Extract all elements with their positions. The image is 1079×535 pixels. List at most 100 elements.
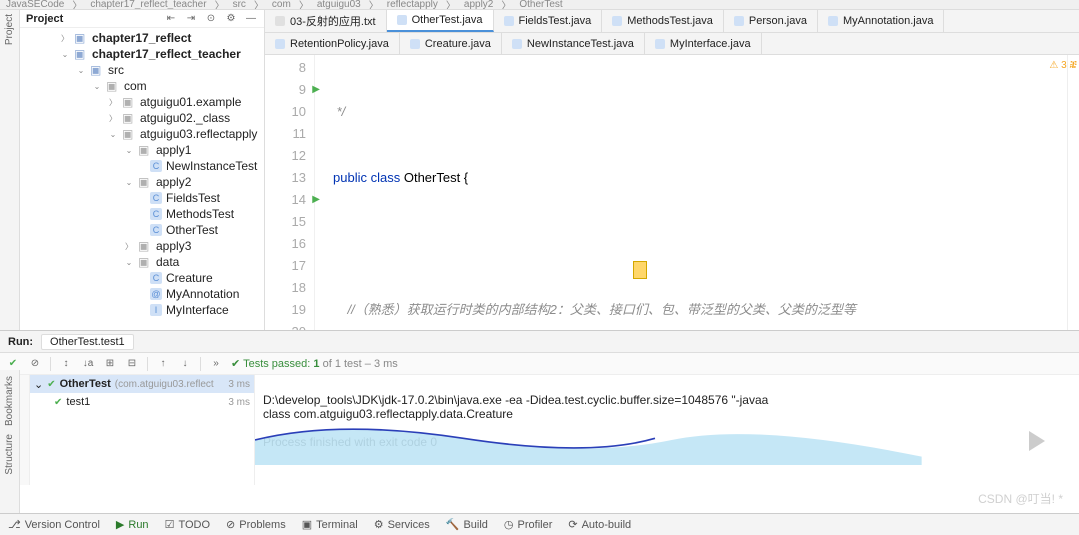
problems-tab[interactable]: ⊘ Problems [226,518,286,531]
settings-icon[interactable]: ⚙ [224,12,238,26]
file-icon [828,16,838,26]
editor-tab[interactable]: Person.java [724,10,818,32]
folder-icon: ▣ [74,31,88,45]
file-icon [512,39,522,49]
tree-node[interactable]: Creature [166,271,213,285]
run-config-tab[interactable]: OtherTest.test1 [41,334,134,350]
editor-tab[interactable]: 03-反射的应用.txt [265,10,387,32]
package-icon: ▣ [122,127,136,141]
test-tree[interactable]: ⌄✔OtherTest (com.atguigu03.reflect3 ms ✔… [30,375,255,485]
tests-passed-label: ✔ Tests passed: 1 of 1 test – 3 ms [231,357,398,370]
decorative-wave-icon [255,415,922,465]
editor-tab[interactable]: MyAnnotation.java [818,10,945,32]
tree-node[interactable]: src [108,63,124,77]
terminal-tab[interactable]: ▣ Terminal [302,518,358,531]
structure-tool-tab[interactable]: Structure [4,434,15,475]
folder-icon: ▣ [74,47,88,61]
file-icon [410,39,420,49]
sort-alpha-icon[interactable]: ↓a [81,357,95,371]
breadcrumb-item[interactable]: OtherTest [519,0,562,10]
package-icon: ▣ [106,79,120,93]
breadcrumb-bar: JavaSECode〉 chapter17_reflect_teacher〉 s… [0,0,1079,10]
breadcrumb-item[interactable]: com [272,0,291,10]
project-tree[interactable]: 〉▣chapter17_reflect ⌄▣chapter17_reflect_… [20,28,264,320]
todo-tab[interactable]: ☑ TODO [165,518,210,531]
code-text-area[interactable]: */ public class OtherTest { //（熟悉）获取运行时类… [315,55,1067,330]
tree-node[interactable]: atguigu02._class [140,111,230,125]
project-panel: Project ⇤ ⇥ ⊙ ⚙ — 〉▣chapter17_reflect ⌄▣… [20,10,265,330]
editor-tabs-row2: RetentionPolicy.java Creature.java NewIn… [265,33,1079,55]
tree-node[interactable]: MyInterface [166,303,229,317]
class-icon: C [150,272,162,284]
editor-tab[interactable]: RetentionPolicy.java [265,33,400,54]
tree-node[interactable]: MyAnnotation [166,287,239,301]
breadcrumb-item[interactable]: JavaSECode [6,0,64,10]
build-tab[interactable]: 🔨 Build [446,518,488,531]
tree-node[interactable]: NewInstanceTest [166,159,257,173]
hide-icon[interactable]: — [244,12,258,26]
tree-node[interactable]: atguigu01.example [140,95,241,109]
package-icon: ▣ [138,239,152,253]
profiler-tab[interactable]: ◷ Profiler [504,518,552,531]
autobuild-tab[interactable]: ⟳ Auto-build [568,518,631,531]
file-icon [612,16,622,26]
text-cursor-icon [633,261,647,279]
bookmarks-tool-tab[interactable]: Bookmarks [4,376,15,426]
console-output[interactable]: D:\develop_tools\JDK\jdk-17.0.2\bin\java… [255,375,1079,485]
watermark-text: CSDN @叮当! * [978,490,1063,507]
tree-node[interactable]: chapter17_reflect [92,31,191,45]
breadcrumb-item[interactable]: src [233,0,246,10]
tree-node[interactable]: apply3 [156,239,191,253]
tree-node[interactable]: MethodsTest [166,207,234,221]
folder-icon: ▣ [90,63,104,77]
editor-tab[interactable]: MethodsTest.java [602,10,724,32]
file-icon [504,16,514,26]
editor-tab[interactable]: NewInstanceTest.java [502,33,645,54]
services-tab[interactable]: ⚙ Services [374,518,430,531]
editor-tab-active[interactable]: OtherTest.java [387,10,494,32]
run-tab[interactable]: ▶ Run [116,518,149,531]
file-icon [734,16,744,26]
editor-tab[interactable]: MyInterface.java [645,33,762,54]
tree-node[interactable]: FieldsTest [166,191,220,205]
tree-node[interactable]: atguigu03.reflectapply [140,127,257,141]
class-icon: C [150,224,162,236]
collapse-icon[interactable]: ⇤ [164,12,178,26]
check-icon[interactable]: ✔ [6,357,20,371]
tree-node[interactable]: apply2 [156,175,191,189]
breadcrumb-item[interactable]: atguigu03 [317,0,361,10]
warning-indicator[interactable]: ⚠ 3 ⶬ [1049,59,1077,72]
export-icon[interactable]: » [209,357,223,371]
project-tool-tab[interactable]: Project [4,14,15,45]
expand-icon[interactable]: ⇥ [184,12,198,26]
breadcrumb-item[interactable]: reflectapply [387,0,438,10]
tree-node[interactable]: OtherTest [166,223,218,237]
package-icon: ▣ [122,111,136,125]
sort-icon[interactable]: ↕ [59,357,73,371]
tree-node[interactable]: chapter17_reflect_teacher [92,47,241,61]
breadcrumb-item[interactable]: chapter17_reflect_teacher [90,0,206,10]
editor-tab[interactable]: FieldsTest.java [494,10,603,32]
test-tree-item[interactable]: ✔test13 ms [30,393,254,411]
stop-icon[interactable]: ⊘ [28,357,42,371]
file-icon [397,15,407,25]
select-opened-icon[interactable]: ⊙ [204,12,218,26]
bottom-toolbar: ⎇ Version Control ▶ Run ☑ TODO ⊘ Problem… [0,513,1079,535]
expand-icon[interactable]: ⊞ [103,357,117,371]
editor-tabs-row1: 03-反射的应用.txt OtherTest.java FieldsTest.j… [265,10,1079,33]
next-icon[interactable]: ↓ [178,357,192,371]
prev-icon[interactable]: ↑ [156,357,170,371]
class-icon: @ [150,288,162,300]
collapse-icon[interactable]: ⊟ [125,357,139,371]
run-panel: Run: OtherTest.test1 ✔ ⊘ ↕ ↓a ⊞ ⊟ ↑ ↓ » … [0,330,1079,485]
editor-tab[interactable]: Creature.java [400,33,502,54]
test-tree-root[interactable]: ⌄✔OtherTest (com.atguigu03.reflect3 ms [30,375,254,393]
tree-node[interactable]: apply1 [156,143,191,157]
class-icon: C [150,160,162,172]
code-editor[interactable]: 8 9▶ 10 11 12 13 14▶ 15 16 17 18 19 20 *… [265,55,1079,330]
tree-node[interactable]: com [124,79,147,93]
error-stripe[interactable]: ⚠ 3 ⶬ [1067,55,1079,330]
tree-node[interactable]: data [156,255,179,269]
breadcrumb-item[interactable]: apply2 [464,0,493,10]
version-control-tab[interactable]: ⎇ Version Control [8,518,100,531]
